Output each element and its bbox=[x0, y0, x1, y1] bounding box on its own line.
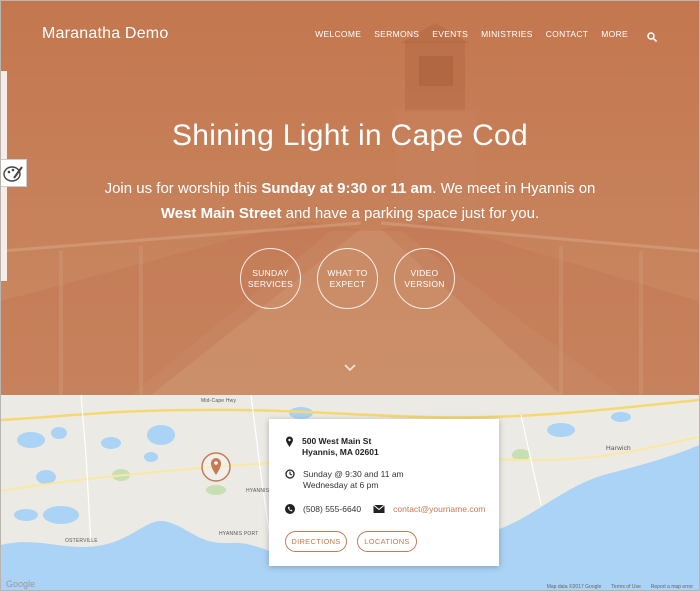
map-marker-icon bbox=[286, 436, 293, 447]
clock-icon bbox=[285, 469, 295, 479]
contact-row: (508) 555-6640 contact@yourname.com bbox=[285, 504, 485, 515]
search-icon[interactable] bbox=[647, 29, 658, 43]
map-terms-link[interactable]: Terms of Use bbox=[611, 584, 640, 590]
map-label-osterville: OSTERVILLE bbox=[65, 538, 98, 544]
email-link[interactable]: contact@yourname.com bbox=[393, 504, 485, 515]
map-footer: Map data ©2017 Google Terms of Use Repor… bbox=[547, 584, 693, 590]
time-line1: Sunday @ 9:30 and 11 am bbox=[303, 469, 404, 479]
video-version-button[interactable]: VIDEO VERSION bbox=[394, 248, 455, 309]
chevron-down-icon[interactable] bbox=[343, 363, 357, 373]
nav-item-welcome[interactable]: WELCOME bbox=[315, 29, 361, 39]
nav-item-more[interactable]: MORE bbox=[601, 29, 628, 39]
locations-button[interactable]: LOCATIONS bbox=[357, 531, 417, 552]
address-line1: 500 West Main St bbox=[302, 436, 372, 446]
customizer-toggle[interactable] bbox=[1, 159, 27, 187]
time-line2: Wednesday at 6 pm bbox=[303, 480, 379, 490]
map-label-mid-cape: Mid-Cape Hwy bbox=[201, 398, 237, 404]
sunday-services-button[interactable]: SUNDAY SERVICES bbox=[240, 248, 301, 309]
nav-item-events[interactable]: EVENTS bbox=[432, 29, 468, 39]
google-logo: Google bbox=[6, 579, 36, 589]
address-line2: Hyannis, MA 02601 bbox=[302, 447, 379, 457]
palette-icon bbox=[3, 166, 23, 182]
site-logo[interactable]: Maranatha Demo bbox=[42, 25, 168, 43]
hero-title: Shining Light in Cape Cod bbox=[171, 119, 529, 152]
nav-item-sermons[interactable]: SERMONS bbox=[374, 29, 419, 39]
main-nav: WELCOME SERMONS EVENTS MINISTRIES CONTAC… bbox=[315, 29, 658, 43]
header-bar: Maranatha Demo WELCOME SERMONS EVENTS MI… bbox=[1, 1, 699, 67]
directions-button[interactable]: DIRECTIONS bbox=[285, 531, 347, 552]
envelope-icon bbox=[373, 504, 385, 513]
page-frame: Maranatha Demo WELCOME SERMONS EVENTS MI… bbox=[0, 0, 700, 591]
address-row: 500 West Main St Hyannis, MA 02601 bbox=[285, 436, 379, 458]
map-report-link[interactable]: Report a map error bbox=[651, 584, 693, 590]
hero-description: Join us for worship this Sunday at 9:30 … bbox=[104, 180, 596, 222]
nav-item-ministries[interactable]: MINISTRIES bbox=[481, 29, 533, 39]
nav-item-contact[interactable]: CONTACT bbox=[546, 29, 589, 39]
map-label-hyannis: HYANNIS bbox=[246, 488, 270, 494]
location-info-card: 500 West Main St Hyannis, MA 02601 Sunda… bbox=[269, 419, 499, 566]
map-attribution: Map data ©2017 Google bbox=[546, 584, 602, 590]
phone-number[interactable]: (508) 555-6640 bbox=[303, 504, 361, 515]
what-to-expect-button[interactable]: WHAT TO EXPECT bbox=[317, 248, 378, 309]
location-pin-icon[interactable] bbox=[201, 450, 231, 484]
map-label-harwich: Harwich bbox=[606, 445, 631, 452]
hero-button-group: SUNDAY SERVICES WHAT TO EXPECT VIDEO VERSIO… bbox=[240, 248, 455, 309]
map-label-hyannis-port: HYANNIS PORT bbox=[219, 531, 259, 537]
times-row: Sunday @ 9:30 and 11 am Wednesday at 6 p… bbox=[285, 469, 404, 491]
phone-icon bbox=[285, 504, 295, 514]
hero-section: Maranatha Demo WELCOME SERMONS EVENTS MI… bbox=[1, 1, 699, 395]
